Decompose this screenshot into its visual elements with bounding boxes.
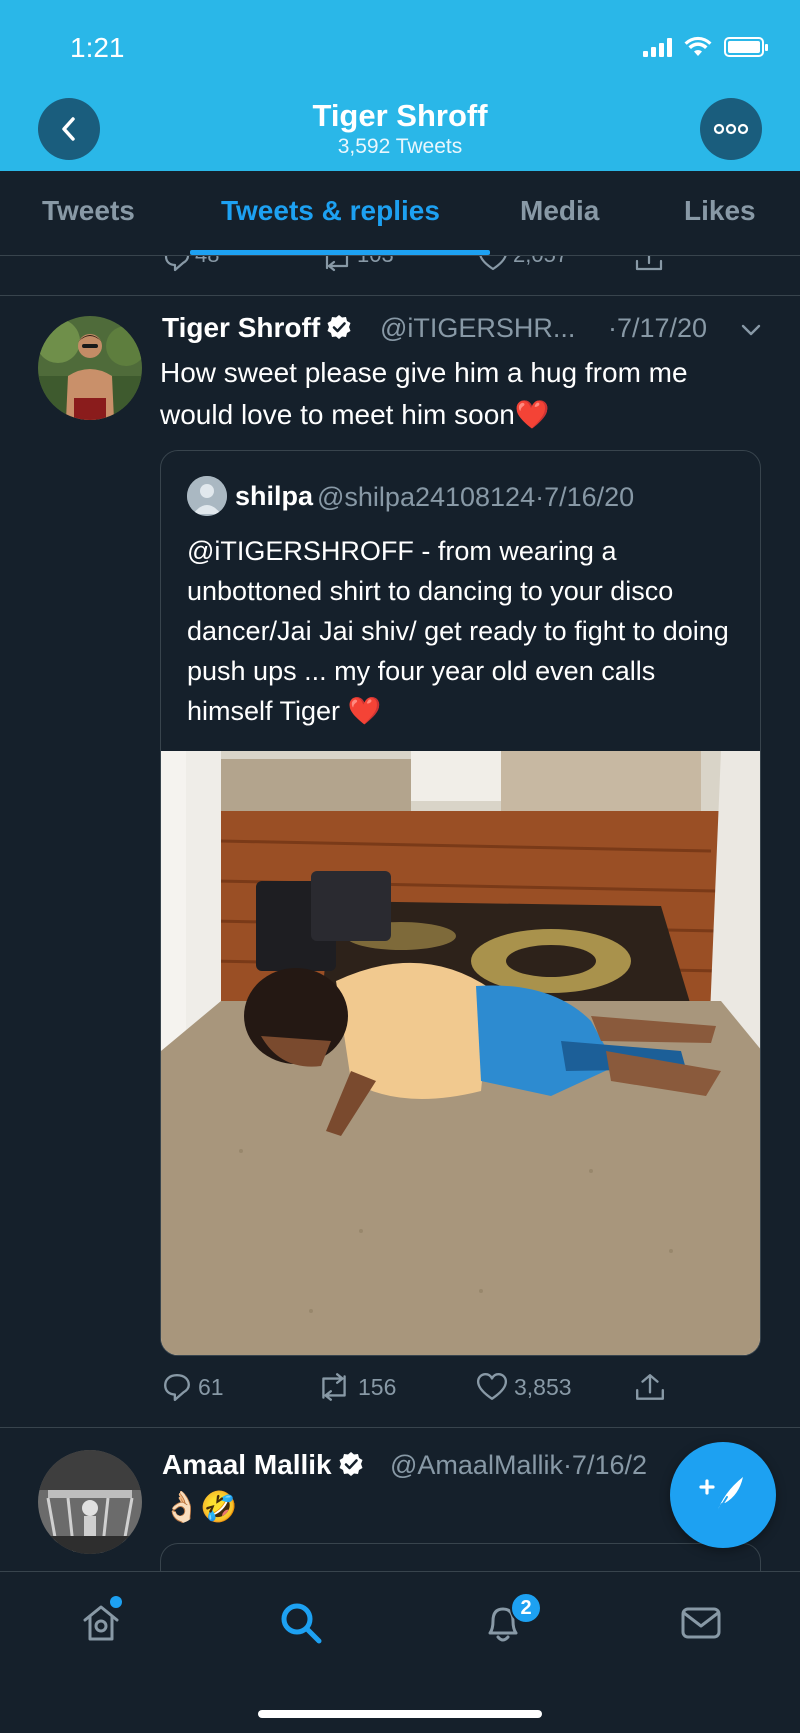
tweet-count: 3,592 Tweets — [337, 135, 463, 158]
reply-icon[interactable] — [163, 256, 191, 272]
shilpa-avatar — [187, 476, 227, 516]
tab-tweets-and-replies[interactable]: Tweets & replies — [221, 195, 440, 227]
home-indicator — [258, 1710, 542, 1718]
tweet-actions: 61 156 3,853 — [0, 1372, 800, 1412]
nav-search[interactable] — [276, 1598, 326, 1648]
quoted-author-handle: @shilpa24108124·7/16/20 — [317, 482, 635, 512]
next-tweet-text: 👌🏻🤣 — [163, 1491, 238, 1524]
compose-icon — [699, 1477, 743, 1514]
quoted-author-name: shilpa — [235, 481, 314, 511]
status-icons — [643, 36, 768, 58]
quoted-tweet-video[interactable] — [161, 751, 760, 1355]
tweet-author-name[interactable]: Tiger Shroff — [162, 312, 320, 343]
retweet-button[interactable]: 156 — [316, 1372, 396, 1402]
tab-tweets[interactable]: Tweets — [42, 195, 135, 227]
tiger-shroff-avatar[interactable] — [38, 316, 142, 420]
more-options-button[interactable] — [700, 98, 762, 160]
reply-button[interactable]: 61 — [162, 1372, 224, 1402]
retweet-icon — [322, 1373, 346, 1401]
share-icon[interactable] — [634, 256, 664, 272]
compose-tweet-button[interactable] — [670, 1442, 776, 1548]
quoted-tweet-text: @iTIGERSHROFF - from wearing a unbottone… — [187, 536, 729, 726]
amaal-mallik-avatar[interactable] — [38, 1450, 142, 1554]
profile-header: 1:21 Tiger Shroff 3,592 Tweets — [0, 0, 800, 171]
like-button[interactable]: 3,853 — [476, 1372, 572, 1402]
tweet-date: ·7/17/20 — [608, 313, 708, 343]
wifi-icon — [684, 36, 712, 56]
active-tab-indicator — [190, 250, 490, 255]
home-unread-dot — [110, 1596, 122, 1608]
profile-tabs: Tweets Tweets & replies Media Likes — [0, 171, 800, 256]
next-tweet-handle: @AmaalMallik·7/16/2 — [390, 1450, 648, 1480]
status-time: 1:21 — [70, 32, 125, 63]
tweet-text: How sweet please give him a hug from me … — [160, 357, 688, 430]
heart-icon[interactable] — [478, 256, 508, 272]
tweet-author-row: Tiger Shroff — [162, 312, 352, 344]
tweet-divider — [0, 1427, 800, 1428]
previous-retweet-count: 103 — [357, 256, 394, 268]
app-screen: 1:21 Tiger Shroff 3,592 Tweets Tweets Tw… — [0, 0, 800, 1733]
retweet-icon[interactable] — [320, 256, 354, 272]
mail-icon — [681, 1607, 721, 1639]
tweet-author-handle: @iTIGERSHR... — [380, 313, 576, 343]
share-icon — [636, 1374, 664, 1400]
quoted-tweet-card[interactable]: shilpa @shilpa24108124·7/16/20 @iTIGERSH… — [160, 450, 761, 1356]
page-title: Tiger Shroff — [312, 98, 488, 133]
next-tweet-author-name[interactable]: Amaal Mallik — [162, 1449, 332, 1480]
previous-like-count: 2,057 — [513, 256, 568, 268]
search-icon — [281, 1603, 322, 1644]
reply-count: 61 — [198, 1373, 224, 1400]
next-tweet-author-row: Amaal Mallik — [162, 1449, 364, 1481]
previous-reply-count: 48 — [195, 256, 219, 268]
battery-icon — [724, 37, 768, 57]
tab-media[interactable]: Media — [520, 195, 599, 227]
more-icon — [713, 123, 749, 135]
bottom-navigation: 2 — [0, 1571, 800, 1733]
previous-tweet-actions: 48 103 2,057 — [0, 256, 800, 296]
tab-likes[interactable]: Likes — [684, 195, 756, 227]
nav-messages[interactable] — [676, 1598, 726, 1648]
chevron-down-icon[interactable] — [740, 322, 762, 338]
retweet-count: 156 — [358, 1373, 397, 1400]
verified-badge-icon — [339, 1452, 363, 1476]
signal-icon — [643, 37, 672, 57]
home-icon — [83, 1605, 119, 1641]
share-button[interactable] — [634, 1372, 666, 1402]
like-count: 3,853 — [514, 1373, 572, 1400]
notifications-badge: 2 — [510, 1592, 542, 1624]
reply-icon — [164, 1374, 190, 1402]
verified-badge-icon — [327, 315, 351, 339]
heart-icon — [476, 1373, 508, 1400]
